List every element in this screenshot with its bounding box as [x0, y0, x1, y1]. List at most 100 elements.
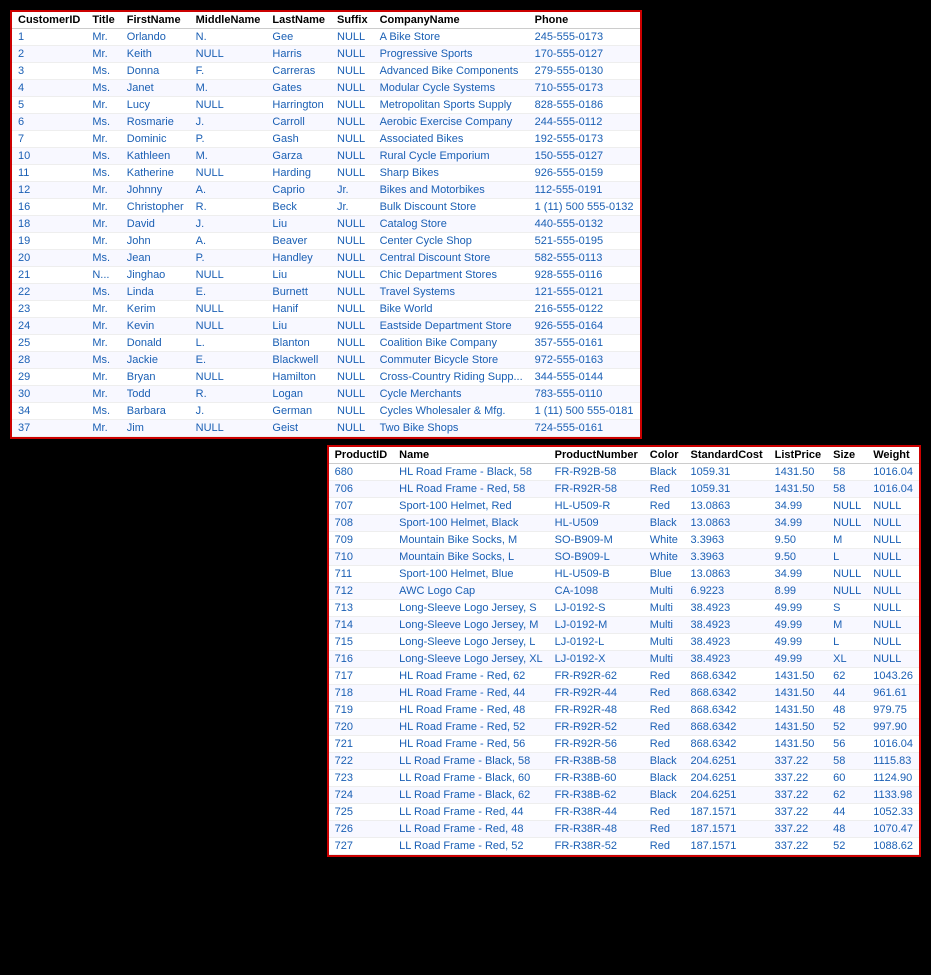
products-cell-5: 34.99 — [769, 566, 827, 583]
products-cell-1: HL Road Frame - Black, 58 — [393, 464, 549, 481]
products-cell-1: HL Road Frame - Red, 58 — [393, 481, 549, 498]
products-cell-6: 62 — [827, 668, 867, 685]
customers-cell-7: 279-555-0130 — [529, 63, 640, 80]
customers-cell-7: 972-555-0163 — [529, 352, 640, 369]
customers-row: 22Ms.LindaE.BurnettNULLTravel Systems121… — [12, 284, 640, 301]
customers-cell-5: NULL — [331, 301, 374, 318]
products-cell-7: 1016.04 — [867, 481, 919, 498]
customers-cell-0: 3 — [12, 63, 86, 80]
customers-cell-6: Cross-Country Riding Supp... — [374, 369, 529, 386]
customers-col-middlename: MiddleName — [190, 12, 267, 29]
products-row: 715Long-Sleeve Logo Jersey, LLJ-0192-LMu… — [329, 634, 919, 651]
products-cell-4: 868.6342 — [685, 685, 769, 702]
products-cell-2: CA-1098 — [549, 583, 644, 600]
customers-cell-6: Two Bike Shops — [374, 420, 529, 437]
customers-cell-1: Mr. — [86, 318, 120, 335]
products-cell-2: LJ-0192-X — [549, 651, 644, 668]
customers-cell-1: Ms. — [86, 352, 120, 369]
products-cell-0: 716 — [329, 651, 394, 668]
products-cell-7: 979.75 — [867, 702, 919, 719]
customers-cell-0: 24 — [12, 318, 86, 335]
customers-cell-5: NULL — [331, 165, 374, 182]
customers-cell-1: N... — [86, 267, 120, 284]
products-cell-5: 34.99 — [769, 515, 827, 532]
products-cell-0: 720 — [329, 719, 394, 736]
customers-cell-4: Carroll — [266, 114, 331, 131]
customers-cell-1: Ms. — [86, 80, 120, 97]
customers-cell-0: 5 — [12, 97, 86, 114]
products-cell-0: 726 — [329, 821, 394, 838]
customers-cell-5: NULL — [331, 335, 374, 352]
customers-cell-2: Bryan — [121, 369, 190, 386]
products-cell-4: 3.3963 — [685, 532, 769, 549]
customers-cell-0: 10 — [12, 148, 86, 165]
customers-cell-0: 30 — [12, 386, 86, 403]
customers-row: 7Mr.DominicP.GashNULLAssociated Bikes192… — [12, 131, 640, 148]
products-cell-6: S — [827, 600, 867, 617]
customers-cell-6: Eastside Department Store — [374, 318, 529, 335]
customers-cell-3: R. — [190, 199, 267, 216]
products-table: ProductIDNameProductNumberColorStandardC… — [329, 447, 919, 855]
customers-cell-3: P. — [190, 250, 267, 267]
customers-cell-0: 21 — [12, 267, 86, 284]
products-cell-5: 9.50 — [769, 532, 827, 549]
products-cell-6: 62 — [827, 787, 867, 804]
products-cell-0: 719 — [329, 702, 394, 719]
customers-cell-0: 20 — [12, 250, 86, 267]
customers-cell-6: Modular Cycle Systems — [374, 80, 529, 97]
customers-cell-1: Ms. — [86, 114, 120, 131]
customers-cell-2: Orlando — [121, 29, 190, 46]
customers-table: CustomerIDTitleFirstNameMiddleNameLastNa… — [12, 12, 640, 437]
customers-row: 10Ms.KathleenM.GarzaNULLRural Cycle Empo… — [12, 148, 640, 165]
customers-cell-6: Bikes and Motorbikes — [374, 182, 529, 199]
customers-cell-3: NULL — [190, 97, 267, 114]
products-row: 707Sport-100 Helmet, RedHL-U509-RRed13.0… — [329, 498, 919, 515]
products-cell-1: LL Road Frame - Red, 48 — [393, 821, 549, 838]
customers-cell-6: Rural Cycle Emporium — [374, 148, 529, 165]
products-cell-6: M — [827, 617, 867, 634]
customers-cell-2: Christopher — [121, 199, 190, 216]
products-cell-0: 724 — [329, 787, 394, 804]
customers-cell-5: NULL — [331, 352, 374, 369]
customers-row: 6Ms.RosmarieJ.CarrollNULLAerobic Exercis… — [12, 114, 640, 131]
products-cell-7: 1052.33 — [867, 804, 919, 821]
products-cell-4: 1059.31 — [685, 481, 769, 498]
customers-cell-5: NULL — [331, 97, 374, 114]
customers-cell-1: Mr. — [86, 131, 120, 148]
products-cell-4: 38.4923 — [685, 600, 769, 617]
customers-cell-7: 710-555-0173 — [529, 80, 640, 97]
products-cell-3: Red — [644, 821, 685, 838]
customers-cell-7: 216-555-0122 — [529, 301, 640, 318]
customers-cell-1: Mr. — [86, 233, 120, 250]
customers-cell-5: NULL — [331, 233, 374, 250]
products-cell-0: 709 — [329, 532, 394, 549]
products-cell-5: 49.99 — [769, 651, 827, 668]
customers-cell-7: 192-555-0173 — [529, 131, 640, 148]
products-cell-5: 337.22 — [769, 838, 827, 855]
customers-cell-6: Commuter Bicycle Store — [374, 352, 529, 369]
customers-cell-1: Mr. — [86, 386, 120, 403]
products-cell-1: HL Road Frame - Red, 52 — [393, 719, 549, 736]
customers-cell-7: 357-555-0161 — [529, 335, 640, 352]
customers-cell-4: Harris — [266, 46, 331, 63]
products-cell-4: 204.6251 — [685, 787, 769, 804]
products-cell-5: 337.22 — [769, 770, 827, 787]
customers-cell-0: 34 — [12, 403, 86, 420]
customers-cell-0: 7 — [12, 131, 86, 148]
customers-col-firstname: FirstName — [121, 12, 190, 29]
products-cell-2: FR-R38B-62 — [549, 787, 644, 804]
products-cell-1: Sport-100 Helmet, Red — [393, 498, 549, 515]
products-cell-7: NULL — [867, 566, 919, 583]
products-cell-2: FR-R38R-52 — [549, 838, 644, 855]
products-cell-7: 1088.62 — [867, 838, 919, 855]
products-row: 718HL Road Frame - Red, 44FR-R92R-44Red8… — [329, 685, 919, 702]
products-col-name: Name — [393, 447, 549, 464]
products-cell-7: 1070.47 — [867, 821, 919, 838]
products-cell-3: Black — [644, 787, 685, 804]
customers-cell-2: Keith — [121, 46, 190, 63]
customers-cell-4: Geist — [266, 420, 331, 437]
customers-cell-3: M. — [190, 80, 267, 97]
customers-cell-6: Catalog Store — [374, 216, 529, 233]
customers-cell-1: Mr. — [86, 216, 120, 233]
products-cell-5: 1431.50 — [769, 685, 827, 702]
